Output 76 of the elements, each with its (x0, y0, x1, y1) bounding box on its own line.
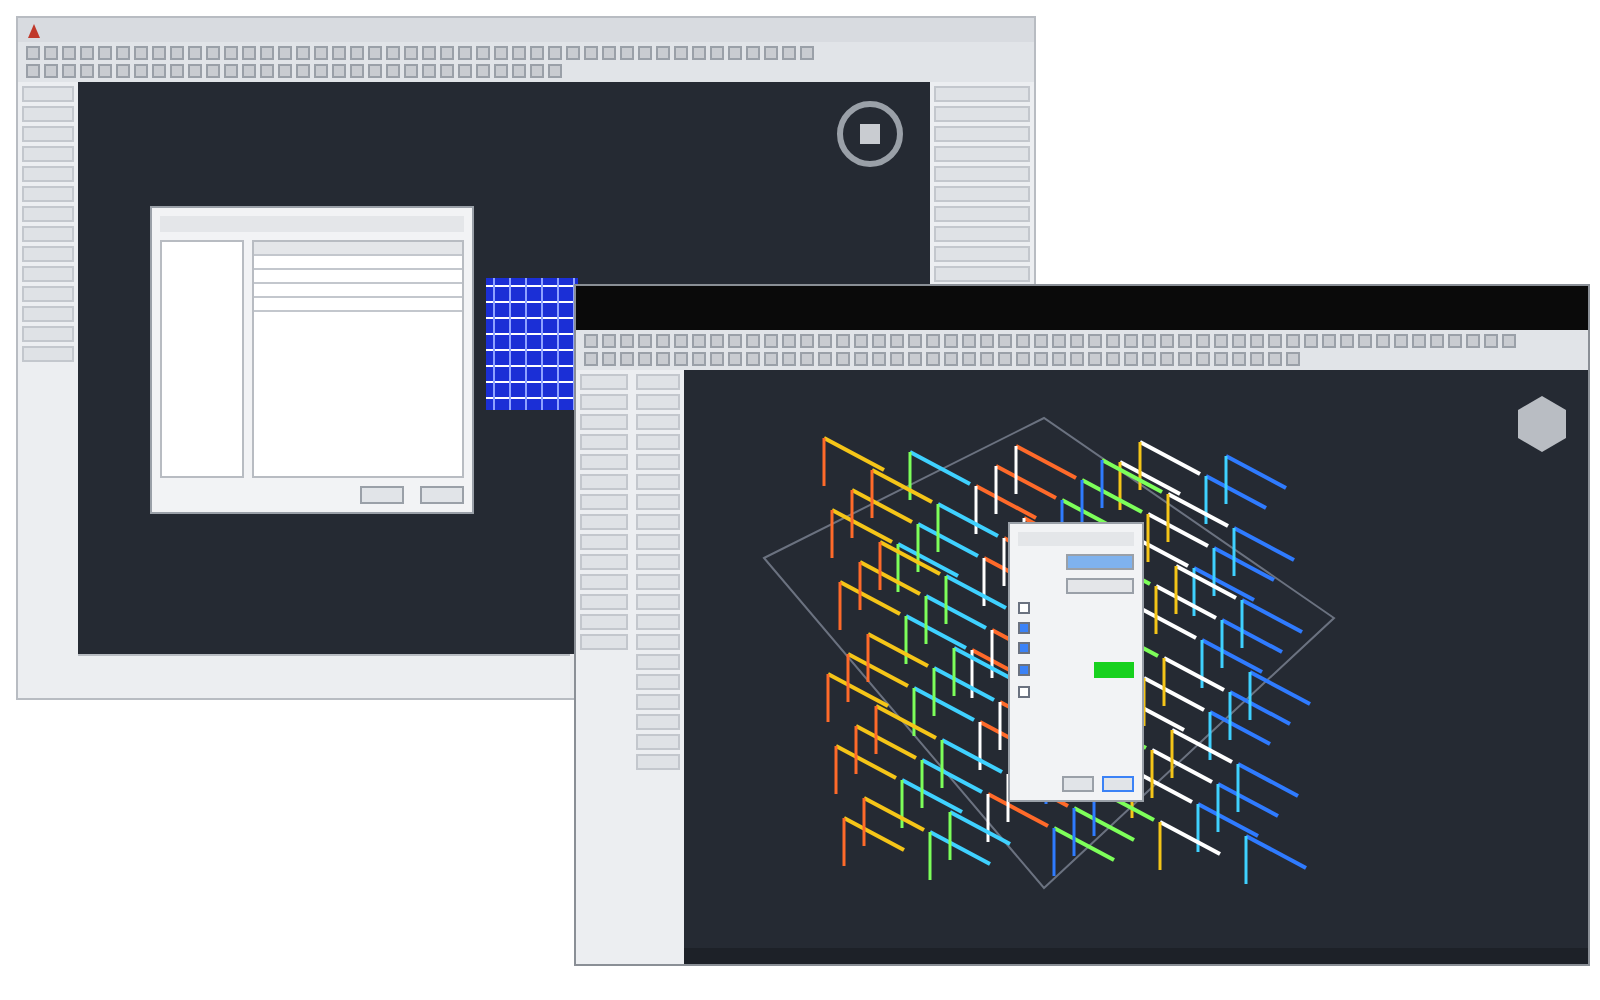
panel-item[interactable] (636, 594, 680, 610)
panel-item[interactable] (580, 454, 628, 470)
panel-item[interactable] (580, 474, 628, 490)
panel-item[interactable] (636, 554, 680, 570)
panel-item[interactable] (580, 434, 628, 450)
tree-panel[interactable] (160, 240, 244, 478)
panel-item[interactable] (636, 754, 680, 770)
panel-item[interactable] (22, 306, 74, 322)
ok-button[interactable] (1062, 776, 1094, 792)
panel-item[interactable] (934, 266, 1030, 282)
panel-item[interactable] (22, 266, 74, 282)
panel-item[interactable] (22, 186, 74, 202)
panel-item[interactable] (22, 166, 74, 182)
panel-item[interactable] (636, 714, 680, 730)
panel-item[interactable] (934, 126, 1030, 142)
dropdown[interactable] (1066, 578, 1134, 594)
panel-item[interactable] (636, 654, 680, 670)
floor-plan-drawing (482, 274, 582, 414)
checkbox[interactable] (1018, 622, 1030, 634)
panel-item[interactable] (22, 346, 74, 362)
panel-item[interactable] (934, 106, 1030, 122)
panel-item[interactable] (934, 246, 1030, 262)
panel-item[interactable] (22, 226, 74, 242)
view-cube-icon[interactable] (1516, 394, 1568, 454)
panel-item[interactable] (636, 494, 680, 510)
panel-item[interactable] (22, 246, 74, 262)
panel-item[interactable] (580, 414, 628, 430)
checkbox[interactable] (1018, 602, 1030, 614)
panel-item[interactable] (636, 534, 680, 550)
panel-item[interactable] (22, 146, 74, 162)
checkbox[interactable] (1018, 686, 1030, 698)
panel-item[interactable] (636, 374, 680, 390)
panel-item[interactable] (580, 554, 628, 570)
panel-item[interactable] (934, 166, 1030, 182)
panel-item[interactable] (636, 414, 680, 430)
panel-item[interactable] (636, 434, 680, 450)
drawing-canvas[interactable] (684, 370, 1588, 964)
panel-item[interactable] (580, 514, 628, 530)
panel-item[interactable] (22, 206, 74, 222)
panel-item[interactable] (22, 126, 74, 142)
panel-item[interactable] (580, 534, 628, 550)
panel-item[interactable] (580, 494, 628, 510)
panel-item[interactable] (22, 106, 74, 122)
panel-item[interactable] (22, 286, 74, 302)
panel-item[interactable] (934, 186, 1030, 202)
panel-item[interactable] (636, 694, 680, 710)
panel-item[interactable] (580, 394, 628, 410)
checkbox[interactable] (1018, 664, 1030, 676)
app-logo-icon (26, 21, 42, 39)
panel-item[interactable] (636, 514, 680, 530)
panel-item[interactable] (636, 614, 680, 630)
ok-button[interactable] (360, 486, 404, 504)
panel-item[interactable] (580, 614, 628, 630)
panel-item[interactable] (636, 634, 680, 650)
panel-item[interactable] (580, 594, 628, 610)
panel-item[interactable] (934, 146, 1030, 162)
input-field[interactable] (1066, 554, 1134, 570)
panel-item[interactable] (934, 86, 1030, 102)
panel-item[interactable] (22, 326, 74, 342)
cancel-button[interactable] (420, 486, 464, 504)
checkbox[interactable] (1018, 642, 1030, 654)
panel-item[interactable] (636, 574, 680, 590)
view-cube-icon[interactable] (834, 98, 906, 170)
panel-item[interactable] (636, 474, 680, 490)
panel-item[interactable] (934, 226, 1030, 242)
panel-item[interactable] (636, 454, 680, 470)
panel-item[interactable] (636, 674, 680, 690)
panel-item[interactable] (636, 734, 680, 750)
panel-item[interactable] (580, 634, 628, 650)
cancel-button[interactable] (1102, 776, 1134, 792)
color-swatch[interactable] (1093, 662, 1134, 678)
panel-item[interactable] (580, 374, 628, 390)
panel-item[interactable] (636, 394, 680, 410)
panel-item[interactable] (580, 574, 628, 590)
panel-item[interactable] (22, 86, 74, 102)
panel-item[interactable] (934, 206, 1030, 222)
